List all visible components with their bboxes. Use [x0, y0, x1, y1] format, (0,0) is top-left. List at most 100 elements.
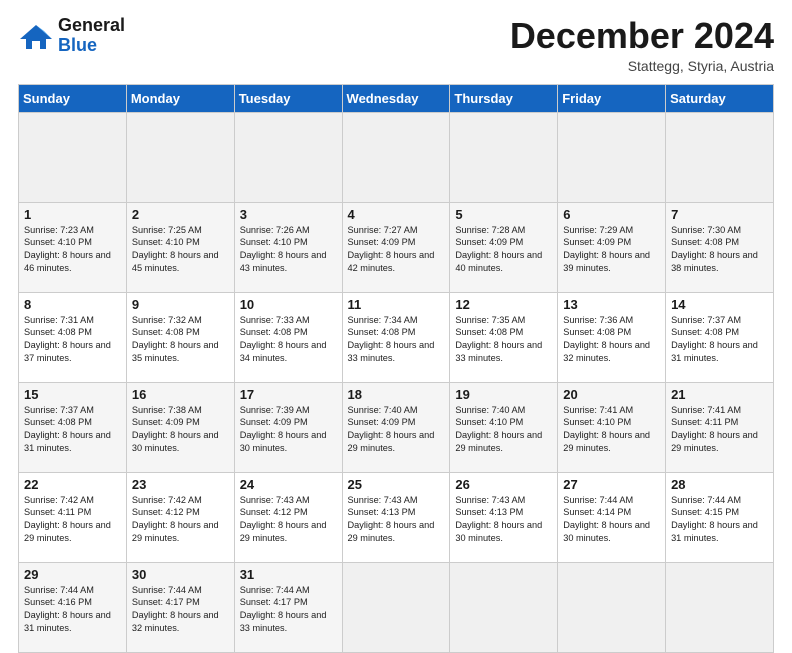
day-number: 3: [240, 207, 337, 222]
day-number: 16: [132, 387, 229, 402]
day-number: 2: [132, 207, 229, 222]
day-info: Sunrise: 7:38 AMSunset: 4:09 PMDaylight:…: [132, 405, 219, 454]
day-number: 15: [24, 387, 121, 402]
calendar-week-row: 1 Sunrise: 7:23 AMSunset: 4:10 PMDayligh…: [19, 202, 774, 292]
table-row: [666, 112, 774, 202]
calendar-week-row: 29 Sunrise: 7:44 AMSunset: 4:16 PMDaylig…: [19, 562, 774, 652]
table-row: 7 Sunrise: 7:30 AMSunset: 4:08 PMDayligh…: [666, 202, 774, 292]
calendar-week-row: [19, 112, 774, 202]
day-info: Sunrise: 7:23 AMSunset: 4:10 PMDaylight:…: [24, 225, 111, 274]
table-row: [342, 112, 450, 202]
table-row: [666, 562, 774, 652]
table-row: 4 Sunrise: 7:27 AMSunset: 4:09 PMDayligh…: [342, 202, 450, 292]
day-info: Sunrise: 7:35 AMSunset: 4:08 PMDaylight:…: [455, 315, 542, 364]
day-number: 20: [563, 387, 660, 402]
day-info: Sunrise: 7:37 AMSunset: 4:08 PMDaylight:…: [671, 315, 758, 364]
table-row: 31 Sunrise: 7:44 AMSunset: 4:17 PMDaylig…: [234, 562, 342, 652]
day-number: 31: [240, 567, 337, 582]
table-row: 18 Sunrise: 7:40 AMSunset: 4:09 PMDaylig…: [342, 382, 450, 472]
table-row: 2 Sunrise: 7:25 AMSunset: 4:10 PMDayligh…: [126, 202, 234, 292]
day-info: Sunrise: 7:43 AMSunset: 4:12 PMDaylight:…: [240, 495, 327, 544]
table-row: [450, 112, 558, 202]
day-info: Sunrise: 7:31 AMSunset: 4:08 PMDaylight:…: [24, 315, 111, 364]
day-info: Sunrise: 7:41 AMSunset: 4:10 PMDaylight:…: [563, 405, 650, 454]
col-thursday: Thursday: [450, 84, 558, 112]
day-info: Sunrise: 7:43 AMSunset: 4:13 PMDaylight:…: [455, 495, 542, 544]
logo-blue-text: Blue: [58, 36, 125, 56]
table-row: 14 Sunrise: 7:37 AMSunset: 4:08 PMDaylig…: [666, 292, 774, 382]
day-number: 1: [24, 207, 121, 222]
calendar-week-row: 8 Sunrise: 7:31 AMSunset: 4:08 PMDayligh…: [19, 292, 774, 382]
day-number: 11: [348, 297, 445, 312]
logo-general-text: General: [58, 16, 125, 36]
month-title: December 2024: [510, 16, 774, 56]
col-monday: Monday: [126, 84, 234, 112]
day-number: 22: [24, 477, 121, 492]
day-info: Sunrise: 7:44 AMSunset: 4:17 PMDaylight:…: [132, 585, 219, 634]
day-info: Sunrise: 7:25 AMSunset: 4:10 PMDaylight:…: [132, 225, 219, 274]
table-row: [450, 562, 558, 652]
table-row: 26 Sunrise: 7:43 AMSunset: 4:13 PMDaylig…: [450, 472, 558, 562]
day-number: 24: [240, 477, 337, 492]
day-info: Sunrise: 7:36 AMSunset: 4:08 PMDaylight:…: [563, 315, 650, 364]
day-info: Sunrise: 7:40 AMSunset: 4:10 PMDaylight:…: [455, 405, 542, 454]
table-row: 23 Sunrise: 7:42 AMSunset: 4:12 PMDaylig…: [126, 472, 234, 562]
table-row: 5 Sunrise: 7:28 AMSunset: 4:09 PMDayligh…: [450, 202, 558, 292]
calendar-header-row: Sunday Monday Tuesday Wednesday Thursday…: [19, 84, 774, 112]
col-friday: Friday: [558, 84, 666, 112]
page: General Blue December 2024 Stattegg, Sty…: [0, 0, 792, 612]
day-number: 10: [240, 297, 337, 312]
day-info: Sunrise: 7:27 AMSunset: 4:09 PMDaylight:…: [348, 225, 435, 274]
table-row: 22 Sunrise: 7:42 AMSunset: 4:11 PMDaylig…: [19, 472, 127, 562]
location-subtitle: Stattegg, Styria, Austria: [510, 58, 774, 74]
day-info: Sunrise: 7:44 AMSunset: 4:17 PMDaylight:…: [240, 585, 327, 634]
title-area: December 2024 Stattegg, Styria, Austria: [510, 16, 774, 74]
logo-text: General Blue: [58, 16, 125, 56]
day-number: 18: [348, 387, 445, 402]
day-number: 8: [24, 297, 121, 312]
table-row: 12 Sunrise: 7:35 AMSunset: 4:08 PMDaylig…: [450, 292, 558, 382]
table-row: 6 Sunrise: 7:29 AMSunset: 4:09 PMDayligh…: [558, 202, 666, 292]
table-row: 24 Sunrise: 7:43 AMSunset: 4:12 PMDaylig…: [234, 472, 342, 562]
day-info: Sunrise: 7:44 AMSunset: 4:16 PMDaylight:…: [24, 585, 111, 634]
table-row: 27 Sunrise: 7:44 AMSunset: 4:14 PMDaylig…: [558, 472, 666, 562]
day-number: 26: [455, 477, 552, 492]
table-row: 16 Sunrise: 7:38 AMSunset: 4:09 PMDaylig…: [126, 382, 234, 472]
day-info: Sunrise: 7:44 AMSunset: 4:14 PMDaylight:…: [563, 495, 650, 544]
logo-icon: [18, 21, 54, 51]
calendar-week-row: 15 Sunrise: 7:37 AMSunset: 4:08 PMDaylig…: [19, 382, 774, 472]
day-info: Sunrise: 7:42 AMSunset: 4:12 PMDaylight:…: [132, 495, 219, 544]
day-info: Sunrise: 7:32 AMSunset: 4:08 PMDaylight:…: [132, 315, 219, 364]
table-row: 28 Sunrise: 7:44 AMSunset: 4:15 PMDaylig…: [666, 472, 774, 562]
day-info: Sunrise: 7:40 AMSunset: 4:09 PMDaylight:…: [348, 405, 435, 454]
day-info: Sunrise: 7:30 AMSunset: 4:08 PMDaylight:…: [671, 225, 758, 274]
table-row: 29 Sunrise: 7:44 AMSunset: 4:16 PMDaylig…: [19, 562, 127, 652]
day-number: 13: [563, 297, 660, 312]
day-number: 12: [455, 297, 552, 312]
day-info: Sunrise: 7:39 AMSunset: 4:09 PMDaylight:…: [240, 405, 327, 454]
day-info: Sunrise: 7:28 AMSunset: 4:09 PMDaylight:…: [455, 225, 542, 274]
day-info: Sunrise: 7:44 AMSunset: 4:15 PMDaylight:…: [671, 495, 758, 544]
day-number: 23: [132, 477, 229, 492]
table-row: 17 Sunrise: 7:39 AMSunset: 4:09 PMDaylig…: [234, 382, 342, 472]
table-row: 21 Sunrise: 7:41 AMSunset: 4:11 PMDaylig…: [666, 382, 774, 472]
day-info: Sunrise: 7:43 AMSunset: 4:13 PMDaylight:…: [348, 495, 435, 544]
table-row: [342, 562, 450, 652]
day-number: 17: [240, 387, 337, 402]
table-row: [126, 112, 234, 202]
col-sunday: Sunday: [19, 84, 127, 112]
col-tuesday: Tuesday: [234, 84, 342, 112]
table-row: [558, 112, 666, 202]
logo: General Blue: [18, 16, 125, 56]
day-info: Sunrise: 7:42 AMSunset: 4:11 PMDaylight:…: [24, 495, 111, 544]
day-info: Sunrise: 7:34 AMSunset: 4:08 PMDaylight:…: [348, 315, 435, 364]
day-info: Sunrise: 7:37 AMSunset: 4:08 PMDaylight:…: [24, 405, 111, 454]
table-row: 13 Sunrise: 7:36 AMSunset: 4:08 PMDaylig…: [558, 292, 666, 382]
table-row: 10 Sunrise: 7:33 AMSunset: 4:08 PMDaylig…: [234, 292, 342, 382]
calendar-week-row: 22 Sunrise: 7:42 AMSunset: 4:11 PMDaylig…: [19, 472, 774, 562]
table-row: [558, 562, 666, 652]
header: General Blue December 2024 Stattegg, Sty…: [18, 16, 774, 74]
table-row: [19, 112, 127, 202]
day-number: 9: [132, 297, 229, 312]
day-number: 4: [348, 207, 445, 222]
